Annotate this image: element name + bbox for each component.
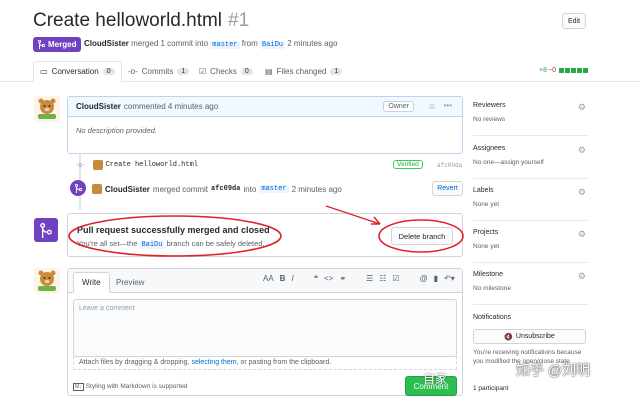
sidebar-reviewers: Reviewers ⚙ No reviews bbox=[473, 102, 588, 136]
markdown-icon: M↓ bbox=[73, 383, 84, 391]
sidebar-title: Notifications bbox=[473, 314, 512, 321]
sidebar-title: Projects bbox=[473, 229, 499, 236]
bold-icon[interactable]: B bbox=[280, 274, 286, 283]
avatar[interactable] bbox=[34, 268, 60, 294]
attach-text: , or pasting from the clipboard. bbox=[236, 359, 332, 366]
annotation-ellipse bbox=[68, 215, 282, 257]
mention-icon[interactable]: @ bbox=[420, 274, 428, 283]
select-files-link[interactable]: selecting them bbox=[191, 359, 236, 366]
gear-icon[interactable]: ⚙ bbox=[578, 187, 586, 198]
quote-icon[interactable]: ❝ bbox=[314, 274, 318, 283]
task-list-icon[interactable]: ☑ bbox=[392, 274, 399, 283]
header-text-icon[interactable]: AA bbox=[263, 274, 274, 283]
sidebar-assignees: Assignees ⚙ No one—assign yourself bbox=[473, 145, 588, 179]
sidebar-labels: Labels ⚙ None yet bbox=[473, 187, 588, 221]
markdown-note: M↓ Styling with Markdown is supported bbox=[73, 383, 188, 391]
link-icon[interactable]: ⚭ bbox=[339, 274, 346, 283]
unsubscribe-label: Unsubscribe bbox=[515, 333, 555, 340]
attach-files-area[interactable]: Attach files by dragging & dropping, sel… bbox=[73, 356, 457, 370]
italic-icon[interactable]: I bbox=[291, 274, 293, 283]
sidebar-projects: Projects ⚙ None yet bbox=[473, 229, 588, 263]
mute-icon: 🔇 bbox=[504, 333, 513, 341]
watermark: 知乎 @刘明 bbox=[516, 362, 591, 378]
sidebar-title: Reviewers bbox=[473, 102, 506, 109]
sidebar-value[interactable]: No one—assign yourself bbox=[473, 159, 588, 166]
tab-write[interactable]: Write bbox=[73, 272, 110, 293]
tab-preview[interactable]: Preview bbox=[108, 272, 152, 293]
gear-icon[interactable]: ⚙ bbox=[578, 271, 586, 282]
participants-count: 1 participant bbox=[473, 385, 509, 392]
gear-icon[interactable]: ⚙ bbox=[578, 102, 586, 113]
sidebar-value: None yet bbox=[473, 243, 500, 250]
ordered-list-icon[interactable]: ☷ bbox=[379, 274, 386, 283]
sidebar-milestone: Milestone ⚙ No milestone bbox=[473, 271, 588, 305]
attach-text: Attach files by dragging & dropping, bbox=[79, 359, 190, 366]
gear-icon[interactable]: ⚙ bbox=[578, 145, 586, 156]
markdown-toolbar: AA B I ❝ <> ⚭ ☰ ☷ ☑ @ ▮ ↶▾ bbox=[263, 274, 455, 283]
sidebar-value: No milestone bbox=[473, 285, 511, 292]
sidebar-title: Milestone bbox=[473, 271, 503, 278]
sidebar-value: None yet bbox=[473, 201, 500, 208]
sidebar-value: No reviews bbox=[473, 116, 506, 123]
markdown-note-text[interactable]: Styling with Markdown is supported bbox=[86, 383, 188, 390]
bear-avatar-icon bbox=[38, 270, 56, 291]
unsubscribe-button[interactable]: 🔇 Unsubscribe bbox=[473, 329, 586, 344]
reply-icon[interactable]: ↶▾ bbox=[444, 274, 455, 283]
bookmark-icon[interactable]: ▮ bbox=[434, 274, 438, 283]
comment-textarea[interactable]: Leave a comment bbox=[73, 299, 457, 357]
code-icon[interactable]: <> bbox=[324, 274, 333, 283]
sidebar-title: Labels bbox=[473, 187, 494, 194]
watermark: 自家 bbox=[423, 372, 448, 386]
gear-icon[interactable]: ⚙ bbox=[578, 229, 586, 240]
sidebar-title: Assignees bbox=[473, 145, 506, 152]
annotation-arrow bbox=[325, 205, 381, 225]
annotation-ellipse bbox=[378, 219, 464, 253]
unordered-list-icon[interactable]: ☰ bbox=[366, 274, 373, 283]
